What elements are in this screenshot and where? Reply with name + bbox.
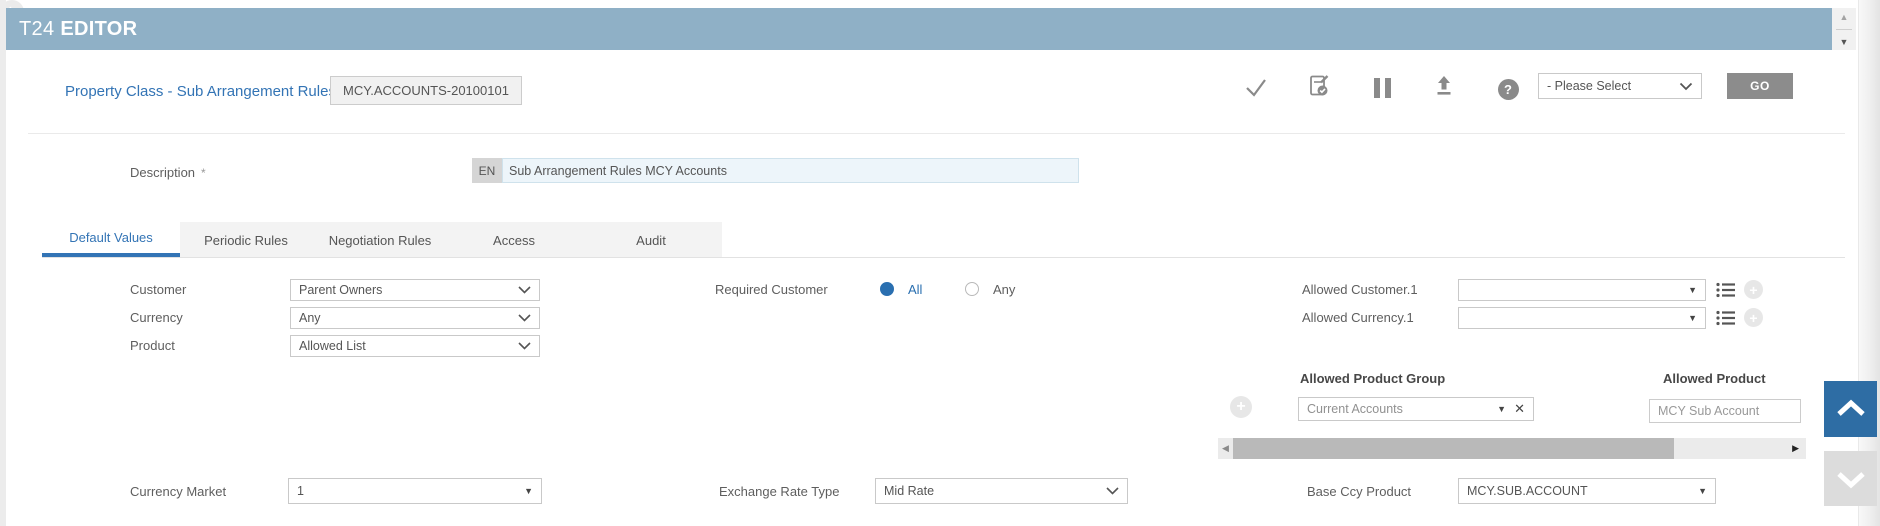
vertical-scrollbar[interactable] [1858,0,1880,526]
base-ccy-product-value: MCY.SUB.ACCOUNT [1467,484,1588,498]
product-select[interactable]: Allowed List [290,335,540,357]
tab-periodic-rules[interactable]: Periodic Rules [180,222,312,258]
check-icon [1243,74,1269,100]
scroll-down-icon[interactable]: ▼ [1840,37,1849,47]
tab-default-values[interactable]: Default Values [42,222,180,258]
h-scroll-right-icon[interactable]: ▶ [1792,443,1799,454]
currency-market-label: Currency Market [130,484,226,499]
action-dropdown-value: - Please Select [1547,79,1631,93]
help-icon: ? [1498,79,1519,100]
plus-icon: + [1749,282,1757,298]
required-customer-label: Required Customer [715,282,828,297]
app-name: T24 [19,18,54,40]
expand-customer-list-icon[interactable] [1716,282,1736,298]
dropdown-triangle-icon: ▼ [1688,285,1697,295]
description-input[interactable] [502,158,1079,183]
add-currency-button[interactable]: + [1744,308,1763,327]
base-ccy-product-label: Base Ccy Product [1307,484,1411,499]
currency-market-select[interactable]: 1 ▼ [288,478,542,504]
allowed-currency-label: Allowed Currency.1 [1302,310,1414,325]
currency-label: Currency [130,310,183,325]
plus-icon: + [1236,398,1245,416]
exchange-rate-type-label: Exchange Rate Type [719,484,839,499]
pause-icon [1374,78,1391,98]
currency-value: Any [299,311,321,325]
chevron-down-icon [1106,487,1119,495]
exchange-rate-type-select[interactable]: Mid Rate [875,478,1128,504]
allowed-product-input[interactable] [1649,399,1801,423]
tab-bar: Default Values Periodic Rules Negotiatio… [42,222,722,258]
description-label-text: Description [130,165,195,180]
customer-value: Parent Owners [299,283,382,297]
dropdown-triangle-icon: ▼ [1497,404,1506,414]
chevron-down-icon [518,314,531,322]
h-scroll-left-icon[interactable]: ◀ [1222,443,1229,454]
allowed-currency-select[interactable]: ▼ [1458,307,1706,329]
header-divider [28,133,1845,134]
dropdown-triangle-icon: ▼ [524,486,533,496]
dropdown-triangle-icon: ▼ [1688,313,1697,323]
record-title: Property Class - Sub Arrangement Rules [65,83,336,100]
language-badge: EN [472,158,502,183]
hold-button[interactable] [1369,75,1395,101]
document-check-icon [1306,73,1332,99]
add-customer-button[interactable]: + [1744,280,1763,299]
page-up-button[interactable] [1824,381,1877,437]
dropdown-triangle-icon: ▼ [1698,486,1707,496]
go-button[interactable]: GO [1727,73,1793,99]
allowed-customer-label: Allowed Customer.1 [1302,282,1418,297]
chevron-up-icon [1834,399,1868,419]
app-header: T24 EDITOR [6,8,1832,50]
tab-audit[interactable]: Audit [580,222,722,258]
tab-negotiation-rules[interactable]: Negotiation Rules [312,222,448,258]
base-ccy-product-select[interactable]: MCY.SUB.ACCOUNT ▼ [1458,478,1716,504]
radio-all[interactable] [880,282,894,296]
upload-icon [1431,73,1457,99]
currency-select[interactable]: Any [290,307,540,329]
upload-button[interactable] [1431,73,1457,99]
allowed-customer-select[interactable]: ▼ [1458,279,1706,301]
tab-divider [42,257,1845,258]
scroll-up-icon[interactable]: ▲ [1840,12,1849,22]
chevron-down-icon [1679,82,1693,91]
allowed-product-group-header: Allowed Product Group [1300,371,1445,386]
radio-all-label[interactable]: All [908,282,922,297]
allowed-product-group-value: Current Accounts [1307,402,1403,416]
validate-button[interactable] [1243,74,1269,100]
action-dropdown[interactable]: - Please Select [1538,73,1702,99]
radio-any-label[interactable]: Any [993,282,1015,297]
expand-currency-list-icon[interactable] [1716,310,1736,326]
clear-icon[interactable]: ✕ [1514,401,1525,417]
h-scroll-thumb[interactable] [1233,438,1674,459]
divider [1836,29,1852,30]
allowed-product-group-select[interactable]: Current Accounts ▼ ✕ [1298,397,1534,421]
chevron-down-icon [518,342,531,350]
currency-market-value: 1 [297,484,304,498]
commit-button[interactable] [1306,73,1332,99]
customer-select[interactable]: Parent Owners [290,279,540,301]
tab-access[interactable]: Access [448,222,580,258]
customer-label: Customer [130,282,186,297]
app-name-bold: EDITOR [60,18,137,40]
plus-icon: + [1749,310,1757,326]
t24-editor-window: T24 EDITOR ▲ ▼ Property Class - Sub Arran… [0,0,1880,526]
record-id-badge: MCY.ACCOUNTS-20100101 [330,76,522,105]
header-scroll-control[interactable]: ▲ ▼ [1832,8,1856,50]
chevron-down-icon [518,286,531,294]
chevron-down-icon [1834,469,1868,489]
required-mark: * [201,166,206,180]
horizontal-scrollbar[interactable]: ◀ ▶ [1218,438,1806,459]
radio-any[interactable] [965,282,979,296]
description-label: Description * [130,165,206,180]
add-product-group-button[interactable]: + [1230,396,1252,418]
product-label: Product [130,338,175,353]
help-button[interactable]: ? [1495,76,1521,102]
page-down-button[interactable] [1824,451,1877,506]
allowed-product-header: Allowed Product [1663,371,1766,386]
exchange-rate-type-value: Mid Rate [884,484,934,498]
product-value: Allowed List [299,339,366,353]
left-gutter [0,0,6,526]
